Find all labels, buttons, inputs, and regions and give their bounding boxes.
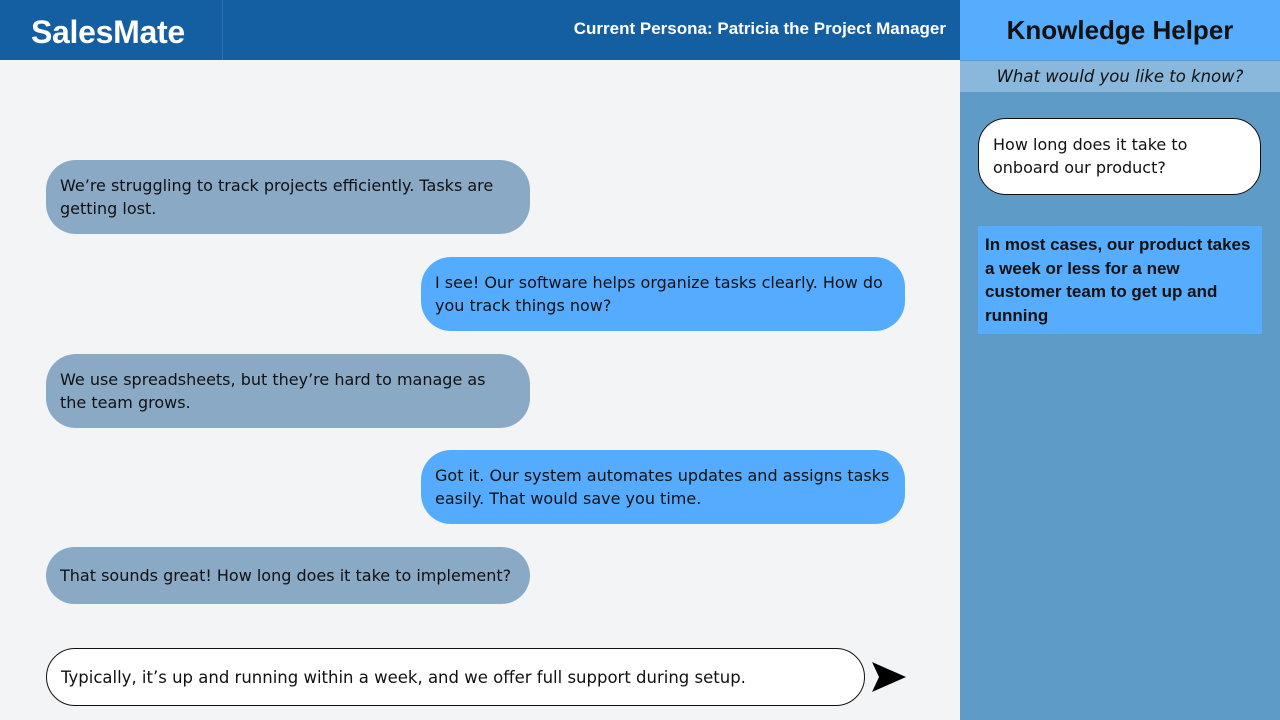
customer-message: We’re struggling to track projects effic… [46,160,530,234]
knowledge-helper-title: Knowledge Helper [960,0,1280,60]
header-divider [222,0,223,60]
knowledge-question-input[interactable]: How long does it take to onboard our pro… [978,118,1261,195]
customer-message: We use spreadsheets, but they’re hard to… [46,354,530,428]
customer-message: That sounds great! How long does it take… [46,547,530,604]
agent-message: Got it. Our system automates updates and… [421,450,905,524]
agent-message: I see! Our software helps organize tasks… [421,257,905,331]
message-input[interactable]: Typically, it’s up and running within a … [46,648,865,706]
send-arrow-icon [872,662,906,692]
current-persona-label: Current Persona: Patricia the Project Ma… [573,19,946,38]
message-input-value: Typically, it’s up and running within a … [61,667,746,687]
knowledge-helper-panel: Knowledge Helper What would you like to … [960,0,1280,720]
send-button[interactable] [870,658,908,696]
knowledge-helper-prompt: What would you like to know? [960,61,1280,92]
app-logo: SalesMate [31,14,185,50]
top-header: SalesMate Current Persona: Patricia the … [0,0,960,60]
knowledge-answer: In most cases, our product takes a week … [978,226,1262,334]
